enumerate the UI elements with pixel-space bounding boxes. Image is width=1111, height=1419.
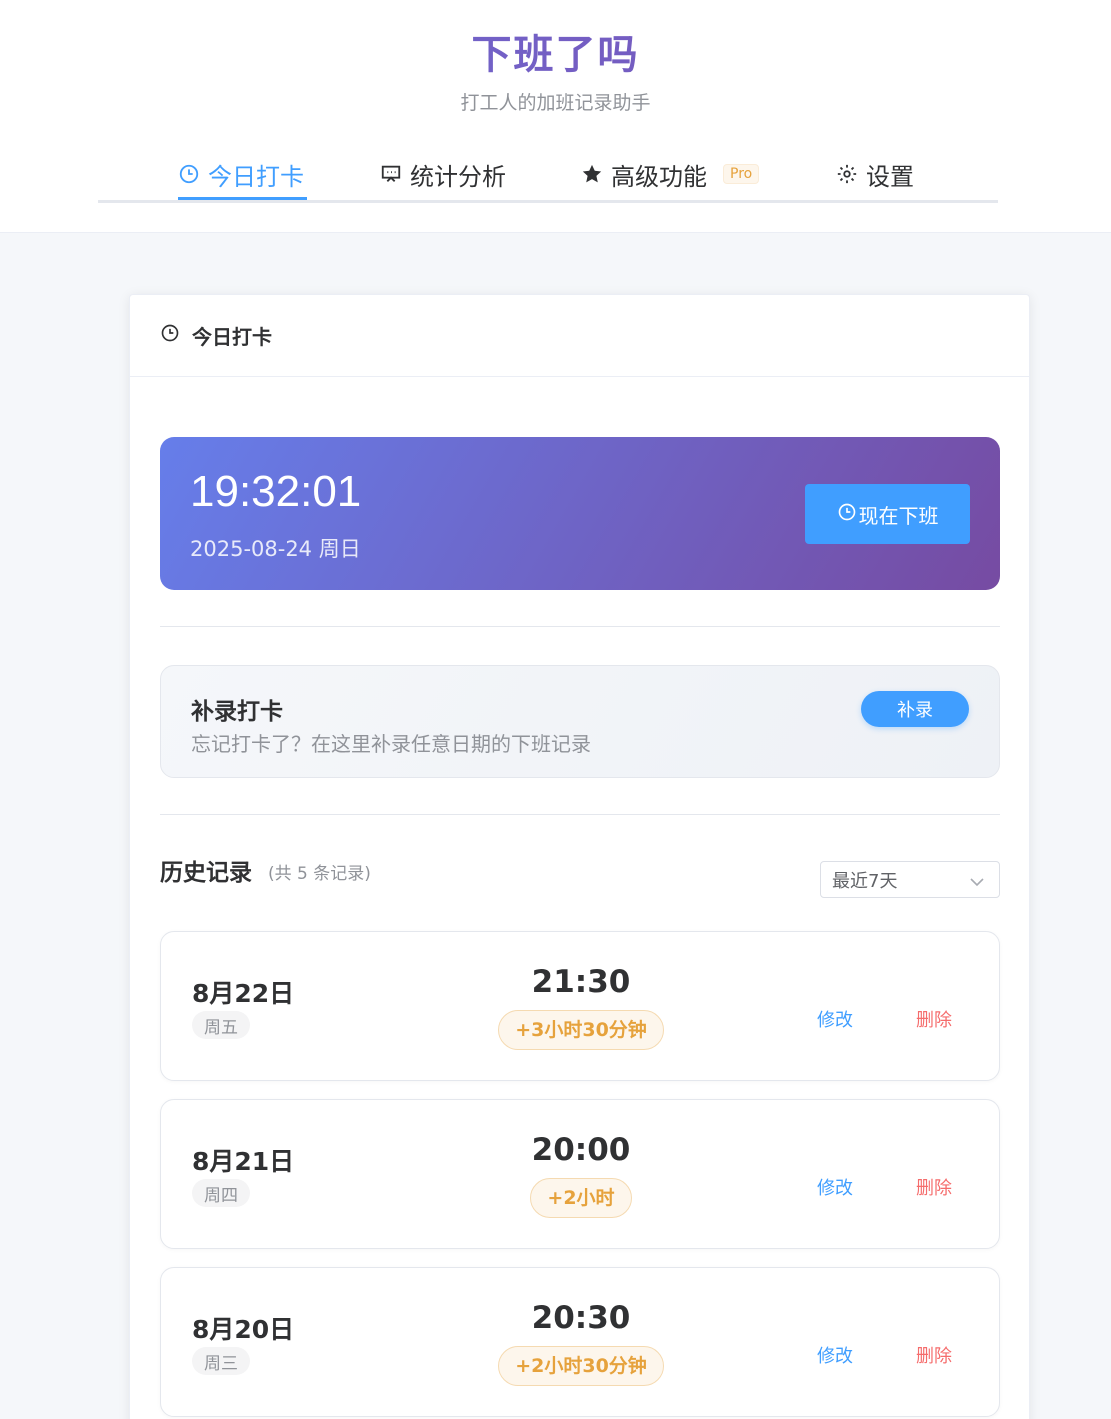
clock-out-button[interactable]: 现在下班 xyxy=(805,484,970,544)
clock-icon xyxy=(837,502,857,527)
edit-button[interactable]: 修改 xyxy=(817,1006,853,1032)
divider xyxy=(160,814,1000,815)
app-header: 下班了吗 打工人的加班记录助手 今日打卡 统计分析 高级功能 Pro 设置 xyxy=(0,0,1111,233)
edit-button[interactable]: 修改 xyxy=(817,1174,853,1200)
overtime-wrap: +2小时 xyxy=(161,1178,1001,1218)
chevron-down-icon xyxy=(969,873,985,894)
supplement-title: 补录打卡 xyxy=(191,699,283,725)
tab-label: 高级功能 xyxy=(611,162,707,191)
tab-settings[interactable]: 设置 xyxy=(836,145,914,203)
delete-button[interactable]: 删除 xyxy=(916,1006,952,1032)
divider xyxy=(160,626,1000,627)
supplement-button[interactable]: 补录 xyxy=(861,691,969,727)
app-subtitle: 打工人的加班记录助手 xyxy=(460,92,651,114)
presentation-icon xyxy=(380,163,402,185)
supplement-description: 忘记打卡了？在这里补录任意日期的下班记录 xyxy=(191,732,591,756)
overtime-badge: +2小时 xyxy=(530,1178,632,1218)
pro-badge: Pro xyxy=(723,164,760,184)
record-time: 20:00 xyxy=(531,1132,631,1168)
record-time: 21:30 xyxy=(531,964,631,1000)
edit-button[interactable]: 修改 xyxy=(817,1342,853,1368)
tab-label: 设置 xyxy=(866,162,914,191)
history-title: 历史记录 xyxy=(160,860,252,886)
current-time-panel: 19:32:01 2025-08-24 周日 现在下班 xyxy=(160,437,1000,590)
overtime-wrap: +3小时30分钟 xyxy=(161,1010,1001,1050)
overtime-badge: +2小时30分钟 xyxy=(498,1346,664,1386)
tab-label: 统计分析 xyxy=(410,162,506,191)
overtime-wrap: +2小时30分钟 xyxy=(161,1346,1001,1386)
current-date: 2025-08-24 周日 xyxy=(190,537,361,561)
tab-bar: 今日打卡 统计分析 高级功能 Pro 设置 xyxy=(98,145,998,203)
history-record: 8月22日 周五 21:30 +3小时30分钟 修改 删除 xyxy=(160,931,1000,1081)
star-icon xyxy=(581,163,603,185)
delete-button[interactable]: 删除 xyxy=(916,1174,952,1200)
clock-icon xyxy=(160,323,180,348)
active-tab-indicator xyxy=(178,197,307,200)
clock-icon xyxy=(178,163,200,185)
history-record: 8月20日 周三 20:30 +2小时30分钟 修改 删除 xyxy=(160,1267,1000,1417)
overtime-badge: +3小时30分钟 xyxy=(498,1010,664,1050)
current-time: 19:32:01 xyxy=(190,467,362,516)
clock-out-label: 现在下班 xyxy=(858,503,939,528)
card-title: 今日打卡 xyxy=(192,325,272,349)
history-count: (共 5 条记录) xyxy=(268,864,371,884)
tab-label: 今日打卡 xyxy=(208,162,304,191)
date-range-select[interactable]: 最近7天 xyxy=(820,861,1000,898)
gear-icon xyxy=(836,163,858,185)
tab-statistics[interactable]: 统计分析 xyxy=(380,145,506,203)
tab-today-checkin[interactable]: 今日打卡 xyxy=(178,145,304,203)
delete-button[interactable]: 删除 xyxy=(916,1342,952,1368)
app-title: 下班了吗 xyxy=(0,22,1111,80)
history-record: 8月21日 周四 20:00 +2小时 修改 删除 xyxy=(160,1099,1000,1249)
record-time: 20:30 xyxy=(531,1300,631,1336)
card-header: 今日打卡 xyxy=(130,295,1029,377)
supplement-panel: 补录打卡 忘记打卡了？在这里补录任意日期的下班记录 补录 xyxy=(160,665,1000,778)
date-range-value: 最近7天 xyxy=(832,870,898,892)
tab-advanced[interactable]: 高级功能 Pro xyxy=(581,145,760,203)
today-checkin-card: 今日打卡 19:32:01 2025-08-24 周日 现在下班 补录打卡 忘记… xyxy=(129,294,1030,1419)
